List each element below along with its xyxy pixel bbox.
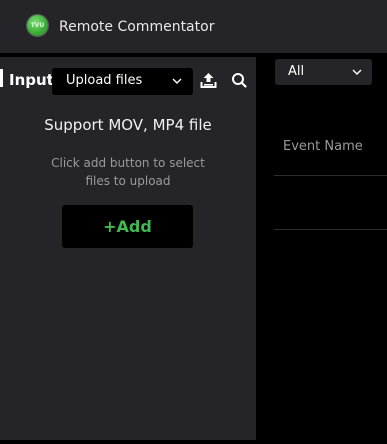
table-divider [274,175,387,176]
input-panel: Input Upload files Support MOV, MP4 file… [0,57,256,440]
source-select[interactable]: Upload files [52,68,193,95]
search-icon[interactable] [231,72,247,88]
supported-formats-text: Support MOV, MP4 file [44,116,212,134]
event-filter-select[interactable]: All [275,59,372,85]
event-filter-value: All [288,64,305,79]
upload-icon[interactable] [200,72,217,89]
app-logo-icon: TVU [27,15,48,36]
add-file-button[interactable]: +Add [62,205,193,248]
title-bar: TVU Remote Commentator [0,0,387,53]
chevron-down-icon [172,78,182,84]
chevron-down-icon [352,69,362,75]
upload-hint-text: Click add button to select files to uplo… [51,156,205,188]
event-name-column-header[interactable]: Event Name [283,139,363,154]
app-title: Remote Commentator [59,19,215,35]
source-select-value: Upload files [66,73,143,88]
table-divider [274,229,387,230]
section-indicator [0,69,3,87]
input-section-label: Input [9,71,54,89]
